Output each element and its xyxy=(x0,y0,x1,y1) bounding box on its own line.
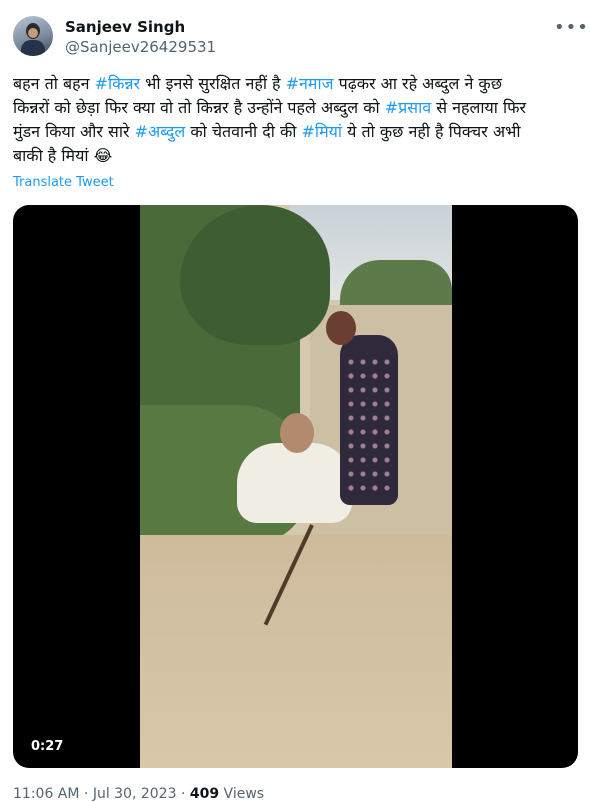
tweet-text: बहन तो बहन #किन्नर भी इनसे सुरक्षित नहीं… xyxy=(13,72,573,168)
video-dress-pattern xyxy=(345,355,393,495)
video-standing-person-head xyxy=(326,311,356,345)
views-label: Views xyxy=(223,786,265,802)
hashtag-link[interactable]: #मियां xyxy=(302,122,343,141)
meta-separator: · xyxy=(83,786,89,802)
hashtag-link[interactable]: #किन्नर xyxy=(95,74,141,93)
avatar[interactable] xyxy=(13,16,53,56)
author-handle[interactable]: @Sanjeev26429531 xyxy=(65,38,216,56)
video-ground xyxy=(140,535,452,768)
author-name[interactable]: Sanjeev Singh xyxy=(65,18,185,36)
video-distant-trees xyxy=(340,260,452,310)
tweet-meta: 11:06 AM · Jul 30, 2023 · 409 Views xyxy=(13,786,264,802)
video-duration: 0:27 xyxy=(25,737,70,756)
tweet-time[interactable]: 11:06 AM xyxy=(13,786,79,802)
meta-separator: · xyxy=(180,786,186,802)
hashtag-link[interactable]: #अब्दुल xyxy=(135,122,186,141)
more-dots-icon[interactable]: ••• xyxy=(554,18,588,38)
video-player[interactable]: 0:27 xyxy=(13,205,578,768)
tweet-header: Sanjeev Singh @Sanjeev26429531 ••• xyxy=(13,16,588,60)
tweet-date[interactable]: Jul 30, 2023 xyxy=(93,786,177,802)
tweet-text-segment: बहन तो बहन xyxy=(13,74,95,93)
translate-tweet-link[interactable]: Translate Tweet xyxy=(13,175,114,190)
hashtag-link[interactable]: #नमाज xyxy=(286,74,334,93)
tweet-text-segment: को चेतवानी दी की xyxy=(185,122,302,141)
video-seated-person xyxy=(237,443,352,523)
avatar-body-shape xyxy=(21,40,45,56)
video-seated-person-head xyxy=(280,413,314,453)
video-frame xyxy=(140,205,452,768)
avatar-face-shape xyxy=(28,28,38,38)
hashtag-link[interactable]: #प्रसाव xyxy=(385,98,431,117)
views-count: 409 xyxy=(189,786,220,802)
tweet-text-segment: भी इनसे सुरक्षित नहीं है xyxy=(140,74,286,93)
